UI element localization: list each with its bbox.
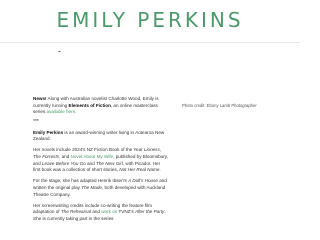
novel-leave-before-you-go: Leave Before You Go	[41, 160, 86, 166]
news-paragraph: News! Along with Australian novelist Cha…	[33, 96, 168, 116]
novel-the-forrests: The Forrests	[33, 154, 60, 160]
novels-text-7: .	[159, 167, 161, 173]
novels-text-2: ,	[159, 147, 162, 153]
course-title: Elements of Fiction	[68, 102, 111, 108]
author-name: Emily Perkins	[33, 129, 64, 135]
play-a-dolls-house: A Doll's House	[128, 178, 158, 184]
page: EMILY PERKINS - News! Along with Austral…	[0, 0, 300, 225]
novels-text-5: and	[85, 160, 97, 166]
novels-text-3: , and	[59, 154, 71, 160]
photo-credit: Photo credit: Ebony Lamb Photographer	[182, 103, 257, 108]
news-label: News!	[33, 96, 47, 101]
masterclass-link[interactable]: available here	[47, 109, 76, 114]
bio-novels: Her novels include 2024's NZ Fiction Boo…	[33, 147, 168, 173]
film-the-rehearsal: The Rehearsal	[60, 209, 91, 215]
news-text-3: .	[75, 109, 77, 115]
novel-the-new-girl: The New Girl	[96, 160, 123, 166]
screen-text-3: TVNZ's	[117, 209, 135, 215]
series-after-the-party: After the Party	[134, 209, 165, 215]
novel-about-my-wife-link[interactable]: Novel About My Wife	[71, 154, 114, 159]
main-content: News! Along with Australian novelist Cha…	[33, 96, 168, 225]
novel-not-her-real-name: Not Her Real Name	[119, 167, 160, 173]
screen-text-2: and	[90, 209, 102, 215]
menu-toggle-icon[interactable]: -	[58, 46, 61, 56]
bio-screen: Her screenwriting credits include co-wri…	[33, 203, 168, 223]
bio-stage: For the stage, she has adapted Henrik Ib…	[33, 178, 168, 198]
stage-text-1: For the stage, she has adapted Henrik Ib…	[33, 178, 129, 184]
site-title[interactable]: EMILY PERKINS	[0, 6, 300, 34]
novels-text-1: Her novels include 2024's NZ Fiction Boo…	[33, 147, 144, 153]
header-divider	[0, 42, 300, 43]
novel-lioness: Lioness	[143, 147, 160, 153]
play-the-made: The Made	[81, 184, 102, 190]
separator: ***	[33, 119, 39, 126]
work-on-link[interactable]: work on	[101, 209, 117, 214]
bio-intro: Emily Perkins is an award-winning writer…	[33, 130, 168, 143]
